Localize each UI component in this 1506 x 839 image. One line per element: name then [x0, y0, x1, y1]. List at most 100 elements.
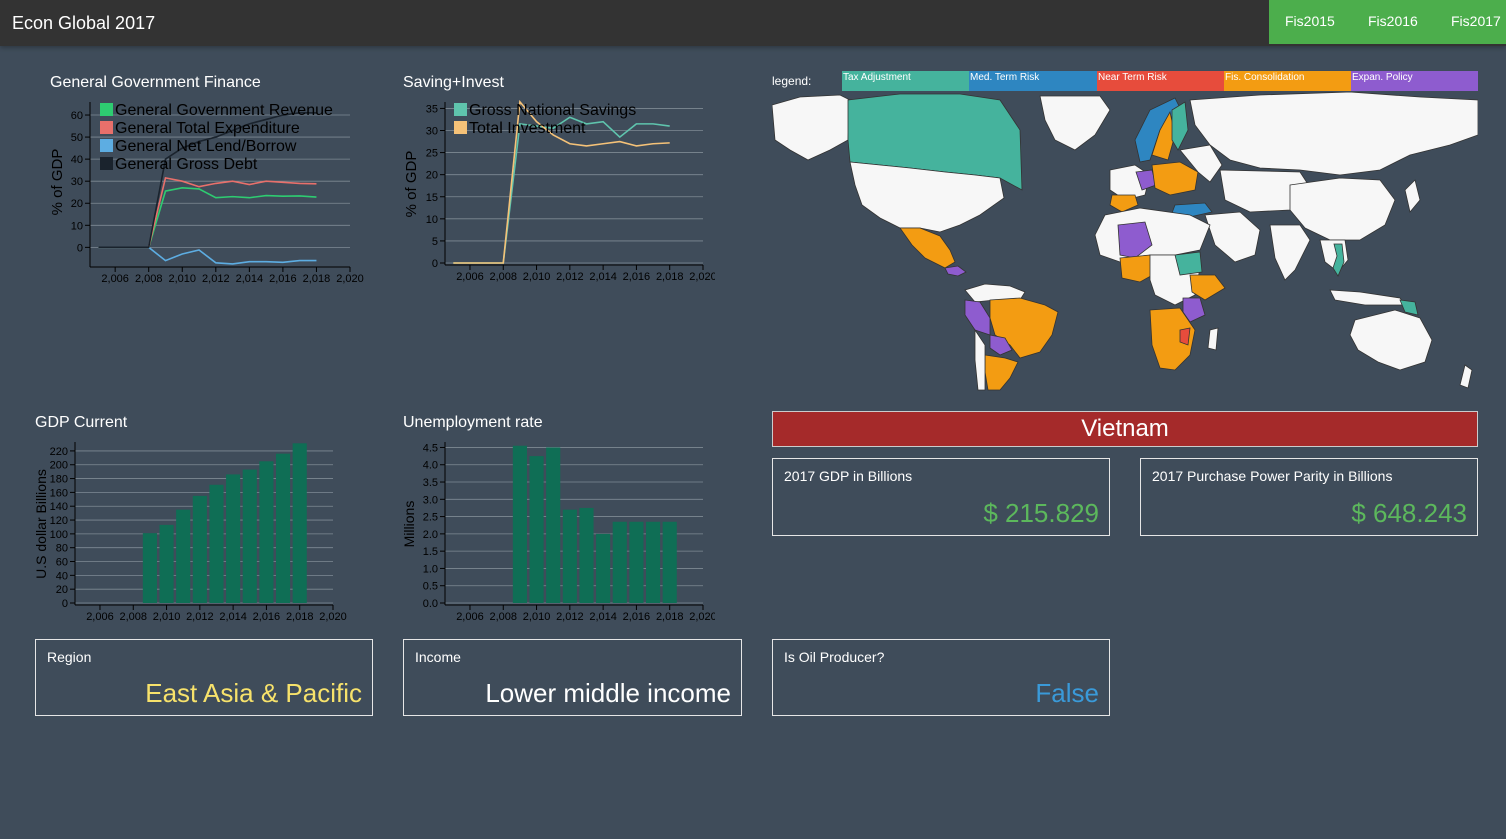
bar: [192, 495, 207, 603]
nav-fis2017[interactable]: Fis2017: [1451, 13, 1501, 29]
y-tick-label: 5: [432, 236, 438, 248]
legend-med-term-risk[interactable]: Med. Term Risk: [969, 71, 1097, 91]
y-tick-label: 220: [50, 446, 68, 458]
series-line: [98, 176, 317, 249]
y-tick-label: 2.5: [423, 512, 438, 524]
bar: [209, 484, 224, 603]
legend-revenue: General Government Revenue: [115, 102, 333, 119]
y-tick-label: 80: [56, 543, 68, 555]
ppp-card-value: $ 648.243: [1351, 498, 1467, 528]
map-middle-east[interactable]: [1204, 211, 1261, 263]
map-new-zealand[interactable]: [1459, 364, 1473, 389]
legend-revenue-swatch: [100, 103, 113, 116]
finance-line-chart: 2,006 2,008 2,010 2,012 2,014 2,016 2,018 2,020…: [49, 102, 364, 285]
legend-expenditure-swatch: [100, 121, 113, 134]
y-tick-label: 40: [71, 154, 83, 166]
map-japan[interactable]: [1404, 179, 1421, 213]
y-tick-label: 40: [56, 570, 68, 582]
unemployment-bar-chart: 2,006 2,008 2,010 2,012 2,014 2,016 2,018 2,020…: [401, 442, 715, 623]
map-mozambique[interactable]: [1179, 327, 1191, 346]
world-map[interactable]: [772, 92, 1478, 392]
y-tick-label: 3.5: [423, 477, 438, 489]
x-tick-label: 2,006: [101, 273, 129, 285]
bar: [159, 524, 174, 603]
ppp-card: 2017 Purchase Power Parity in Billions $…: [1140, 458, 1478, 536]
x-tick-label: 2,010: [168, 273, 196, 285]
map-peru[interactable]: [964, 299, 991, 336]
y-tick-label: 200: [50, 460, 68, 472]
income-card: Income Lower middle income: [403, 639, 742, 716]
legend-gross-debt-swatch: [100, 157, 113, 170]
y-tick-label: 180: [50, 474, 68, 486]
legend-expan-policy[interactable]: Expan. Policy: [1351, 71, 1478, 91]
gdp-chart-title: GDP Current: [35, 414, 128, 431]
legend-net-lend-swatch: [100, 139, 113, 152]
x-tick-label: 2,014: [236, 273, 264, 285]
x-tick-label: 2,010: [153, 611, 181, 623]
map-central-europe[interactable]: [1151, 161, 1199, 196]
y-tick-label: 20: [71, 198, 83, 210]
saving-chart-title: Saving+Invest: [403, 74, 504, 91]
legend-tax-adjustment[interactable]: Tax Adjustment: [842, 71, 969, 91]
map-greenland[interactable]: [1039, 95, 1111, 151]
app-title[interactable]: Econ Global 2017: [12, 13, 155, 34]
bar: [275, 453, 291, 603]
gdp-card-value: $ 215.829: [983, 498, 1099, 528]
nav-fis2016[interactable]: Fis2016: [1368, 13, 1418, 29]
y-tick-label: 140: [50, 501, 68, 513]
map-mexico[interactable]: [899, 227, 956, 269]
y-tick-label: 60: [56, 557, 68, 569]
gdp-card: 2017 GDP in Billions $ 215.829: [772, 458, 1110, 536]
bar: [226, 474, 241, 603]
map-indonesia[interactable]: [1329, 289, 1406, 306]
x-tick-label: 2,014: [589, 611, 617, 623]
map-madagascar[interactable]: [1207, 327, 1219, 351]
map-china[interactable]: [1289, 177, 1396, 241]
map-sudan[interactable]: [1174, 251, 1203, 276]
map-finland[interactable]: [1171, 101, 1189, 151]
x-tick-label: 2,006: [86, 611, 114, 623]
legend-fis-consolidation[interactable]: Fis. Consolidation: [1224, 71, 1351, 91]
y-tick-label: 10: [71, 220, 83, 232]
map-ethiopia[interactable]: [1189, 274, 1226, 301]
oil-producer-card: Is Oil Producer? False: [772, 639, 1110, 716]
y-tick-label: 25: [426, 148, 438, 160]
map-central-america[interactable]: [944, 265, 967, 277]
x-tick-label: 2,020: [689, 611, 715, 623]
y-tick-label: 0: [62, 598, 68, 610]
x-tick-label: 2,016: [269, 273, 297, 285]
y-tick-label: 0.5: [423, 581, 438, 593]
legend-savings: Gross National Savings: [469, 102, 636, 119]
y-tick-label: 100: [50, 529, 68, 541]
map-argentina[interactable]: [984, 354, 1019, 391]
y-tick-label: 50: [71, 132, 83, 144]
x-tick-label: 2,008: [489, 271, 517, 283]
legend-near-term-risk[interactable]: Near Term Risk: [1097, 71, 1224, 91]
y-tick-label: 2.0: [423, 529, 438, 541]
x-tick-label: 2,008: [489, 611, 517, 623]
x-tick-label: 2,010: [523, 271, 551, 283]
x-tick-label: 2,014: [219, 611, 247, 623]
y-tick-label: 30: [71, 176, 83, 188]
series-line: [98, 246, 317, 265]
map-india[interactable]: [1269, 224, 1311, 281]
legend-net-lend: General Net Lend/Borrow: [115, 138, 297, 155]
y-tick-label: 35: [426, 103, 438, 115]
y-tick-label: 30: [426, 126, 438, 138]
nav-fis2015[interactable]: Fis2015: [1285, 13, 1335, 29]
map-chile[interactable]: [974, 328, 986, 391]
x-tick-label: 2,012: [202, 273, 230, 285]
bar: [142, 533, 157, 603]
map-russia[interactable]: [1189, 92, 1478, 176]
x-tick-label: 2,008: [135, 273, 163, 285]
x-tick-label: 2,006: [456, 271, 484, 283]
y-tick-label: 4.0: [423, 460, 438, 472]
map-australia[interactable]: [1349, 309, 1433, 371]
bar: [259, 461, 274, 603]
income-card-value: Lower middle income: [485, 678, 731, 708]
region-card-label: Region: [47, 649, 92, 665]
country-name-banner: Vietnam: [772, 411, 1478, 447]
x-tick-label: 2,016: [253, 611, 281, 623]
gdp-y-label: U.S dollar Billions: [33, 469, 49, 579]
map-alaska[interactable]: [772, 94, 851, 161]
